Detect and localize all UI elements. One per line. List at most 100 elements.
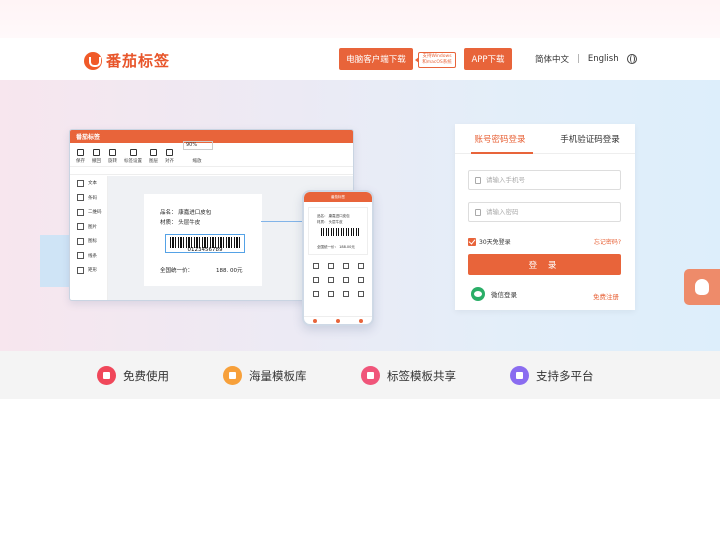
side-label: 图片 xyxy=(88,224,97,230)
share-icon xyxy=(361,366,380,385)
toolbar-label: 图层 xyxy=(149,159,158,164)
save-icon xyxy=(77,149,84,156)
phone-label-card: 品名： 康嘉进口皮包 材质： 头层牛皮 全国统一价： 188.00元 xyxy=(308,207,368,255)
toolbar-save: 保存 xyxy=(76,149,85,164)
register-link[interactable]: 免费注册 xyxy=(593,291,619,301)
pc-client-download-button[interactable]: 电脑客户端下载 xyxy=(339,48,413,70)
toolbar-label: 保存 xyxy=(76,159,85,164)
login-button[interactable]: 登 录 xyxy=(468,254,621,275)
side-item-barcode: 条码 xyxy=(70,191,107,206)
feature-templates: 海量模板库 xyxy=(223,366,307,385)
feature-free: 免费使用 xyxy=(97,366,169,385)
label-product-name: 品名： 康嘉进口皮包 xyxy=(160,210,212,216)
phone-barcode xyxy=(321,228,361,236)
platform-icon xyxy=(510,366,529,385)
toolbar-label-settings: 标签设置 xyxy=(124,149,142,164)
tool-icon xyxy=(327,291,334,297)
wechat-icon[interactable] xyxy=(471,287,485,301)
tool-icon xyxy=(342,263,349,269)
barcode-selection: 0123456789 xyxy=(165,234,245,253)
phone-line1: 品名： 康嘉进口皮包 xyxy=(317,214,350,218)
side-label: 线条 xyxy=(88,253,97,259)
password-input[interactable] xyxy=(486,208,606,216)
editor-toolbar: 保存 撤回 旋转 标签设置 图层 对齐 90% 缩放 xyxy=(70,141,353,167)
nav-dot-icon xyxy=(358,318,363,323)
feature-multiplatform: 支持多平台 xyxy=(510,366,594,385)
line-icon xyxy=(77,252,84,260)
phone-line3: 全国统一价： 188.00元 xyxy=(317,245,355,249)
barcode-number: 0123456789 xyxy=(187,247,223,253)
label-material: 材质： 头层牛皮 xyxy=(160,220,201,226)
phone-line2: 材质： 头层牛皮 xyxy=(317,220,343,224)
qq-icon xyxy=(695,279,709,295)
os-support-tag: 支持Windows 和macOS系统 xyxy=(415,52,456,68)
text-icon xyxy=(77,179,84,187)
format-bar xyxy=(70,167,353,175)
label-card: 品名： 康嘉进口皮包 材质： 头层牛皮 0123456789 全国统一价： 18… xyxy=(144,194,262,286)
toolbar-layers: 图层 xyxy=(149,149,158,164)
features-bar: 免费使用 海量模板库 标签模板共享 支持多平台 xyxy=(0,351,720,399)
phone-icon xyxy=(475,176,481,184)
phone-tool xyxy=(308,263,323,272)
side-item-qrcode: 二维码 xyxy=(70,205,107,220)
forgot-password-link[interactable]: 忘记密码? xyxy=(594,237,621,246)
side-item-icon: 图标 xyxy=(70,234,107,249)
side-item-text: 文本 xyxy=(70,176,107,191)
toolbar-label: 旋转 xyxy=(108,159,117,164)
side-label: 图标 xyxy=(88,239,97,245)
tab-account-login[interactable]: 账号密码登录 xyxy=(455,124,545,154)
wechat-login-label: 微信登录 xyxy=(491,291,517,299)
tool-icon xyxy=(342,291,349,297)
template-icon xyxy=(223,366,242,385)
lang-en-link[interactable]: English xyxy=(588,54,619,64)
feature-label: 支持多平台 xyxy=(536,368,594,383)
tool-icon xyxy=(327,263,334,269)
layers-icon xyxy=(150,149,157,156)
toolbar-align: 对齐 xyxy=(165,149,174,164)
label-price-value: 188. 00元 xyxy=(216,268,243,274)
image-icon xyxy=(77,223,84,231)
phone-tool xyxy=(323,277,338,286)
align-icon xyxy=(166,149,173,156)
wechat-login[interactable]: 微信登录 xyxy=(471,287,517,301)
settings-icon xyxy=(129,149,137,156)
zoom-value: 90% xyxy=(183,141,213,150)
brand-name: 番茄标签 xyxy=(106,52,171,70)
tomato-logo-icon xyxy=(84,51,102,70)
phone-input[interactable] xyxy=(486,176,606,184)
lang-zh-link[interactable]: 简体中文 xyxy=(535,53,569,65)
phone-tool-grid xyxy=(308,263,368,300)
tab-sms-login[interactable]: 手机验证码登录 xyxy=(545,124,635,153)
rotate-icon xyxy=(109,149,116,156)
brand-logo[interactable]: 番茄标签 xyxy=(84,50,170,71)
os-support-line2: 和macOS系统 xyxy=(422,60,452,65)
lang-separator: | xyxy=(577,54,580,64)
tool-icon xyxy=(312,291,319,297)
tool-icon xyxy=(357,291,364,297)
toolbar-label: 对齐 xyxy=(165,159,174,164)
phone-titlebar: 番茄标签 xyxy=(304,192,372,202)
checkbox-checked-icon[interactable] xyxy=(468,237,476,246)
remember-me[interactable]: 30天免登录 xyxy=(468,237,511,246)
phone-tool xyxy=(323,291,338,300)
tool-icon xyxy=(312,277,319,283)
qq-contact-button[interactable] xyxy=(684,269,720,305)
phone-tool xyxy=(338,291,353,300)
undo-icon xyxy=(93,149,100,156)
side-label: 二维码 xyxy=(88,210,102,216)
phone-preview: 番茄标签 品名： 康嘉进口皮包 材质： 头层牛皮 全国统一价： 188.00元 xyxy=(302,190,374,326)
side-item-rect: 矩形 xyxy=(70,263,107,278)
rectangle-icon xyxy=(77,266,84,274)
phone-tool xyxy=(338,263,353,272)
phone-field[interactable] xyxy=(468,170,621,190)
side-label: 文本 xyxy=(88,181,97,187)
feature-label: 免费使用 xyxy=(123,368,169,383)
phone-tool xyxy=(308,277,323,286)
globe-icon[interactable] xyxy=(626,54,637,64)
tool-icon xyxy=(312,263,319,269)
sync-connector xyxy=(261,221,303,222)
feature-share: 标签模板共享 xyxy=(361,366,456,385)
app-download-button[interactable]: APP下载 xyxy=(464,48,512,70)
side-label: 条码 xyxy=(88,195,97,201)
password-field[interactable] xyxy=(468,202,621,222)
